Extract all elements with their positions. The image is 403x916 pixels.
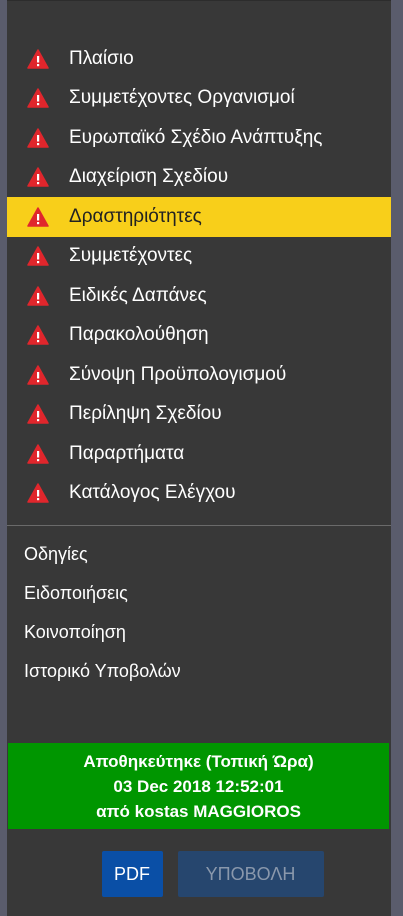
warning-icon bbox=[27, 325, 49, 345]
nav-item-label: Κατάλογος Ελέγχου bbox=[69, 482, 236, 504]
warning-icon bbox=[27, 246, 49, 266]
link-notifications[interactable]: Ειδοποιήσεις bbox=[7, 574, 391, 613]
warning-icon bbox=[27, 49, 49, 69]
save-status-title: Αποθηκεύτηκε (Τοπική Ώρα) bbox=[83, 751, 314, 771]
warning-icon bbox=[27, 483, 49, 503]
link-sharing[interactable]: Κοινοποίηση bbox=[7, 613, 391, 652]
sidebar-panel: Πλαίσιο Συμμετέχοντες Οργανισμοί Ευρωπαϊ… bbox=[7, 0, 391, 916]
nav-item-plaisio[interactable]: Πλαίσιο bbox=[7, 39, 391, 79]
nav-item-label: Σύνοψη Προϋπολογισμού bbox=[69, 363, 287, 385]
warning-icon bbox=[27, 404, 49, 424]
nav-item-label: Συμμετέχοντες bbox=[69, 245, 193, 267]
warning-icon bbox=[27, 286, 49, 306]
action-buttons: PDF ΥΠΟΒΟΛΗ bbox=[7, 851, 391, 897]
nav-item-project-summary[interactable]: Περίληψη Σχεδίου bbox=[7, 395, 391, 435]
nav-item-participants[interactable]: Συμμετέχοντες bbox=[7, 237, 391, 277]
section-nav: Πλαίσιο Συμμετέχοντες Οργανισμοί Ευρωπαϊ… bbox=[7, 39, 391, 513]
save-status-user: από kostas MAGGIOROS bbox=[96, 801, 301, 821]
nav-item-checklist[interactable]: Κατάλογος Ελέγχου bbox=[7, 474, 391, 514]
warning-icon bbox=[27, 207, 49, 227]
nav-item-label: Περίληψη Σχεδίου bbox=[69, 403, 222, 425]
nav-item-label: Πλαίσιο bbox=[69, 47, 134, 69]
nav-item-label: Συμμετέχοντες Οργανισμοί bbox=[69, 87, 295, 109]
link-label: Ειδοποιήσεις bbox=[24, 583, 128, 603]
save-status-timestamp: 03 Dec 2018 12:52:01 bbox=[113, 776, 284, 796]
nav-item-participating-organisations[interactable]: Συμμετέχοντες Οργανισμοί bbox=[7, 79, 391, 119]
submit-button[interactable]: ΥΠΟΒΟΛΗ bbox=[177, 851, 324, 897]
nav-item-label: Παραρτήματα bbox=[69, 442, 185, 464]
nav-item-budget-summary[interactable]: Σύνοψη Προϋπολογισμού bbox=[7, 355, 391, 395]
nav-item-project-management[interactable]: Διαχείριση Σχεδίου bbox=[7, 158, 391, 198]
nav-item-label: Παρακολούθηση bbox=[69, 324, 209, 346]
nav-item-label: Δραστηριότητες bbox=[69, 205, 202, 227]
nav-item-activities[interactable]: Δραστηριότητες bbox=[7, 197, 391, 237]
nav-item-annexes[interactable]: Παραρτήματα bbox=[7, 434, 391, 474]
nav-item-european-development-plan[interactable]: Ευρωπαϊκό Σχέδιο Ανάπτυξης bbox=[7, 118, 391, 158]
secondary-links: Οδηγίες Ειδοποιήσεις Κοινοποίηση Ιστορικ… bbox=[7, 526, 391, 691]
warning-icon bbox=[27, 167, 49, 187]
link-label: Κοινοποίηση bbox=[24, 622, 126, 642]
nav-item-monitoring[interactable]: Παρακολούθηση bbox=[7, 316, 391, 356]
warning-icon bbox=[27, 444, 49, 464]
link-label: Ιστορικό Υποβολών bbox=[24, 661, 181, 681]
sidebar-top-spacer bbox=[7, 1, 391, 39]
nav-item-label: Διαχείριση Σχεδίου bbox=[69, 166, 229, 188]
nav-item-label: Ευρωπαϊκό Σχέδιο Ανάπτυξης bbox=[69, 126, 323, 148]
pdf-button[interactable]: PDF bbox=[101, 851, 163, 897]
link-label: Οδηγίες bbox=[24, 544, 88, 564]
warning-icon bbox=[27, 88, 49, 108]
link-submission-history[interactable]: Ιστορικό Υποβολών bbox=[7, 652, 391, 691]
save-status-box: Αποθηκεύτηκε (Τοπική Ώρα) 03 Dec 2018 12… bbox=[8, 743, 389, 829]
nav-item-special-costs[interactable]: Ειδικές Δαπάνες bbox=[7, 276, 391, 316]
warning-icon bbox=[27, 365, 49, 385]
nav-item-label: Ειδικές Δαπάνες bbox=[69, 284, 207, 306]
link-instructions[interactable]: Οδηγίες bbox=[7, 535, 391, 574]
warning-icon bbox=[27, 128, 49, 148]
